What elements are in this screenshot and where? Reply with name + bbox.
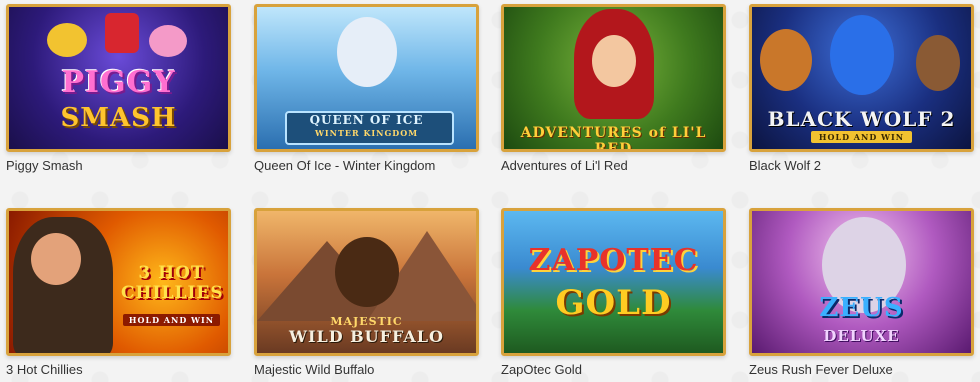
- ice-queen-character: [337, 17, 397, 87]
- game-tile-majestic-wild-buffalo[interactable]: MAJESTIC WILD BUFFALO Majestic Wild Buff…: [254, 208, 479, 379]
- game-thumbnail[interactable]: BLACK WOLF 2 HOLD AND WIN: [749, 4, 974, 152]
- game-tile-queen-of-ice[interactable]: QUEEN OF ICE WINTER KINGDOM Queen Of Ice…: [254, 4, 479, 175]
- game-logo-subtitle: WILD BUFFALO: [288, 327, 444, 346]
- game-tile-3-hot-chillies[interactable]: 3 HOT CHILLIES HOLD AND WIN 3 Hot Chilli…: [6, 208, 231, 379]
- character-face: [592, 35, 636, 87]
- hold-and-win-badge: HOLD AND WIN: [810, 131, 913, 143]
- lynx-character: [760, 29, 812, 91]
- game-logo: QUEEN OF ICE: [309, 113, 424, 127]
- game-logo-subtitle: DELUXE: [823, 327, 900, 345]
- game-title[interactable]: Zeus Rush Fever Deluxe: [749, 361, 974, 379]
- game-thumbnail[interactable]: PIGGY SMASH: [6, 4, 231, 152]
- game-thumbnail[interactable]: 3 HOT CHILLIES HOLD AND WIN: [6, 208, 231, 356]
- game-tile-piggy-smash[interactable]: PIGGY SMASH Piggy Smash: [6, 4, 231, 175]
- game-thumbnail[interactable]: ZEUS DELUXE: [749, 208, 974, 356]
- game-logo: BLACK WOLF 2: [767, 107, 956, 131]
- game-thumbnail[interactable]: ZAPOTEC GOLD: [501, 208, 726, 356]
- game-title[interactable]: 3 Hot Chillies: [6, 361, 231, 379]
- game-thumbnail[interactable]: ADVENTURES of LI'L RED: [501, 4, 726, 152]
- game-logo-subtitle: HOLD AND WIN: [121, 314, 222, 326]
- game-title[interactable]: Adventures of Li'l Red: [501, 157, 726, 175]
- buffalo-character: [335, 237, 399, 307]
- game-tile-zapotec-gold[interactable]: ZAPOTEC GOLD ZapOtec Gold: [501, 208, 726, 379]
- pig-character: [149, 25, 187, 57]
- game-logo-subtitle: SMASH: [60, 103, 177, 133]
- game-logo: ADVENTURES of LI'L RED: [520, 125, 707, 152]
- game-thumbnail[interactable]: MAJESTIC WILD BUFFALO: [254, 208, 479, 356]
- game-logo: ZAPOTEC: [528, 243, 699, 278]
- game-thumbnail[interactable]: QUEEN OF ICE WINTER KINGDOM: [254, 4, 479, 152]
- game-tile-black-wolf-2[interactable]: BLACK WOLF 2 HOLD AND WIN Black Wolf 2: [749, 4, 974, 175]
- owl-character: [916, 35, 960, 91]
- game-title[interactable]: Piggy Smash: [6, 157, 231, 175]
- pig-character: [47, 23, 87, 57]
- game-title[interactable]: Black Wolf 2: [749, 157, 974, 175]
- game-logo: 3 HOT CHILLIES: [121, 263, 224, 303]
- wolf-character: [830, 15, 894, 95]
- game-tile-adventures-of-lil-red[interactable]: ADVENTURES of LI'L RED Adventures of Li'…: [501, 4, 726, 175]
- game-logo: PIGGY: [61, 65, 176, 100]
- hold-and-win-badge: HOLD AND WIN: [122, 314, 221, 326]
- game-logo-subtitle: HOLD AND WIN: [752, 131, 971, 143]
- game-title[interactable]: Majestic Wild Buffalo: [254, 361, 479, 379]
- game-logo-subtitle: WINTER KINGDOM: [314, 128, 419, 138]
- game-title[interactable]: Queen Of Ice - Winter Kingdom: [254, 157, 479, 175]
- game-tile-zeus-rush-fever-deluxe[interactable]: ZEUS DELUXE Zeus Rush Fever Deluxe: [749, 208, 974, 379]
- game-artwork: [504, 211, 723, 353]
- game-logo-subtitle: GOLD: [555, 283, 672, 323]
- character-face: [31, 233, 81, 285]
- game-title[interactable]: ZapOtec Gold: [501, 361, 726, 379]
- red-gem: [105, 13, 139, 53]
- game-logo: ZEUS: [819, 293, 904, 323]
